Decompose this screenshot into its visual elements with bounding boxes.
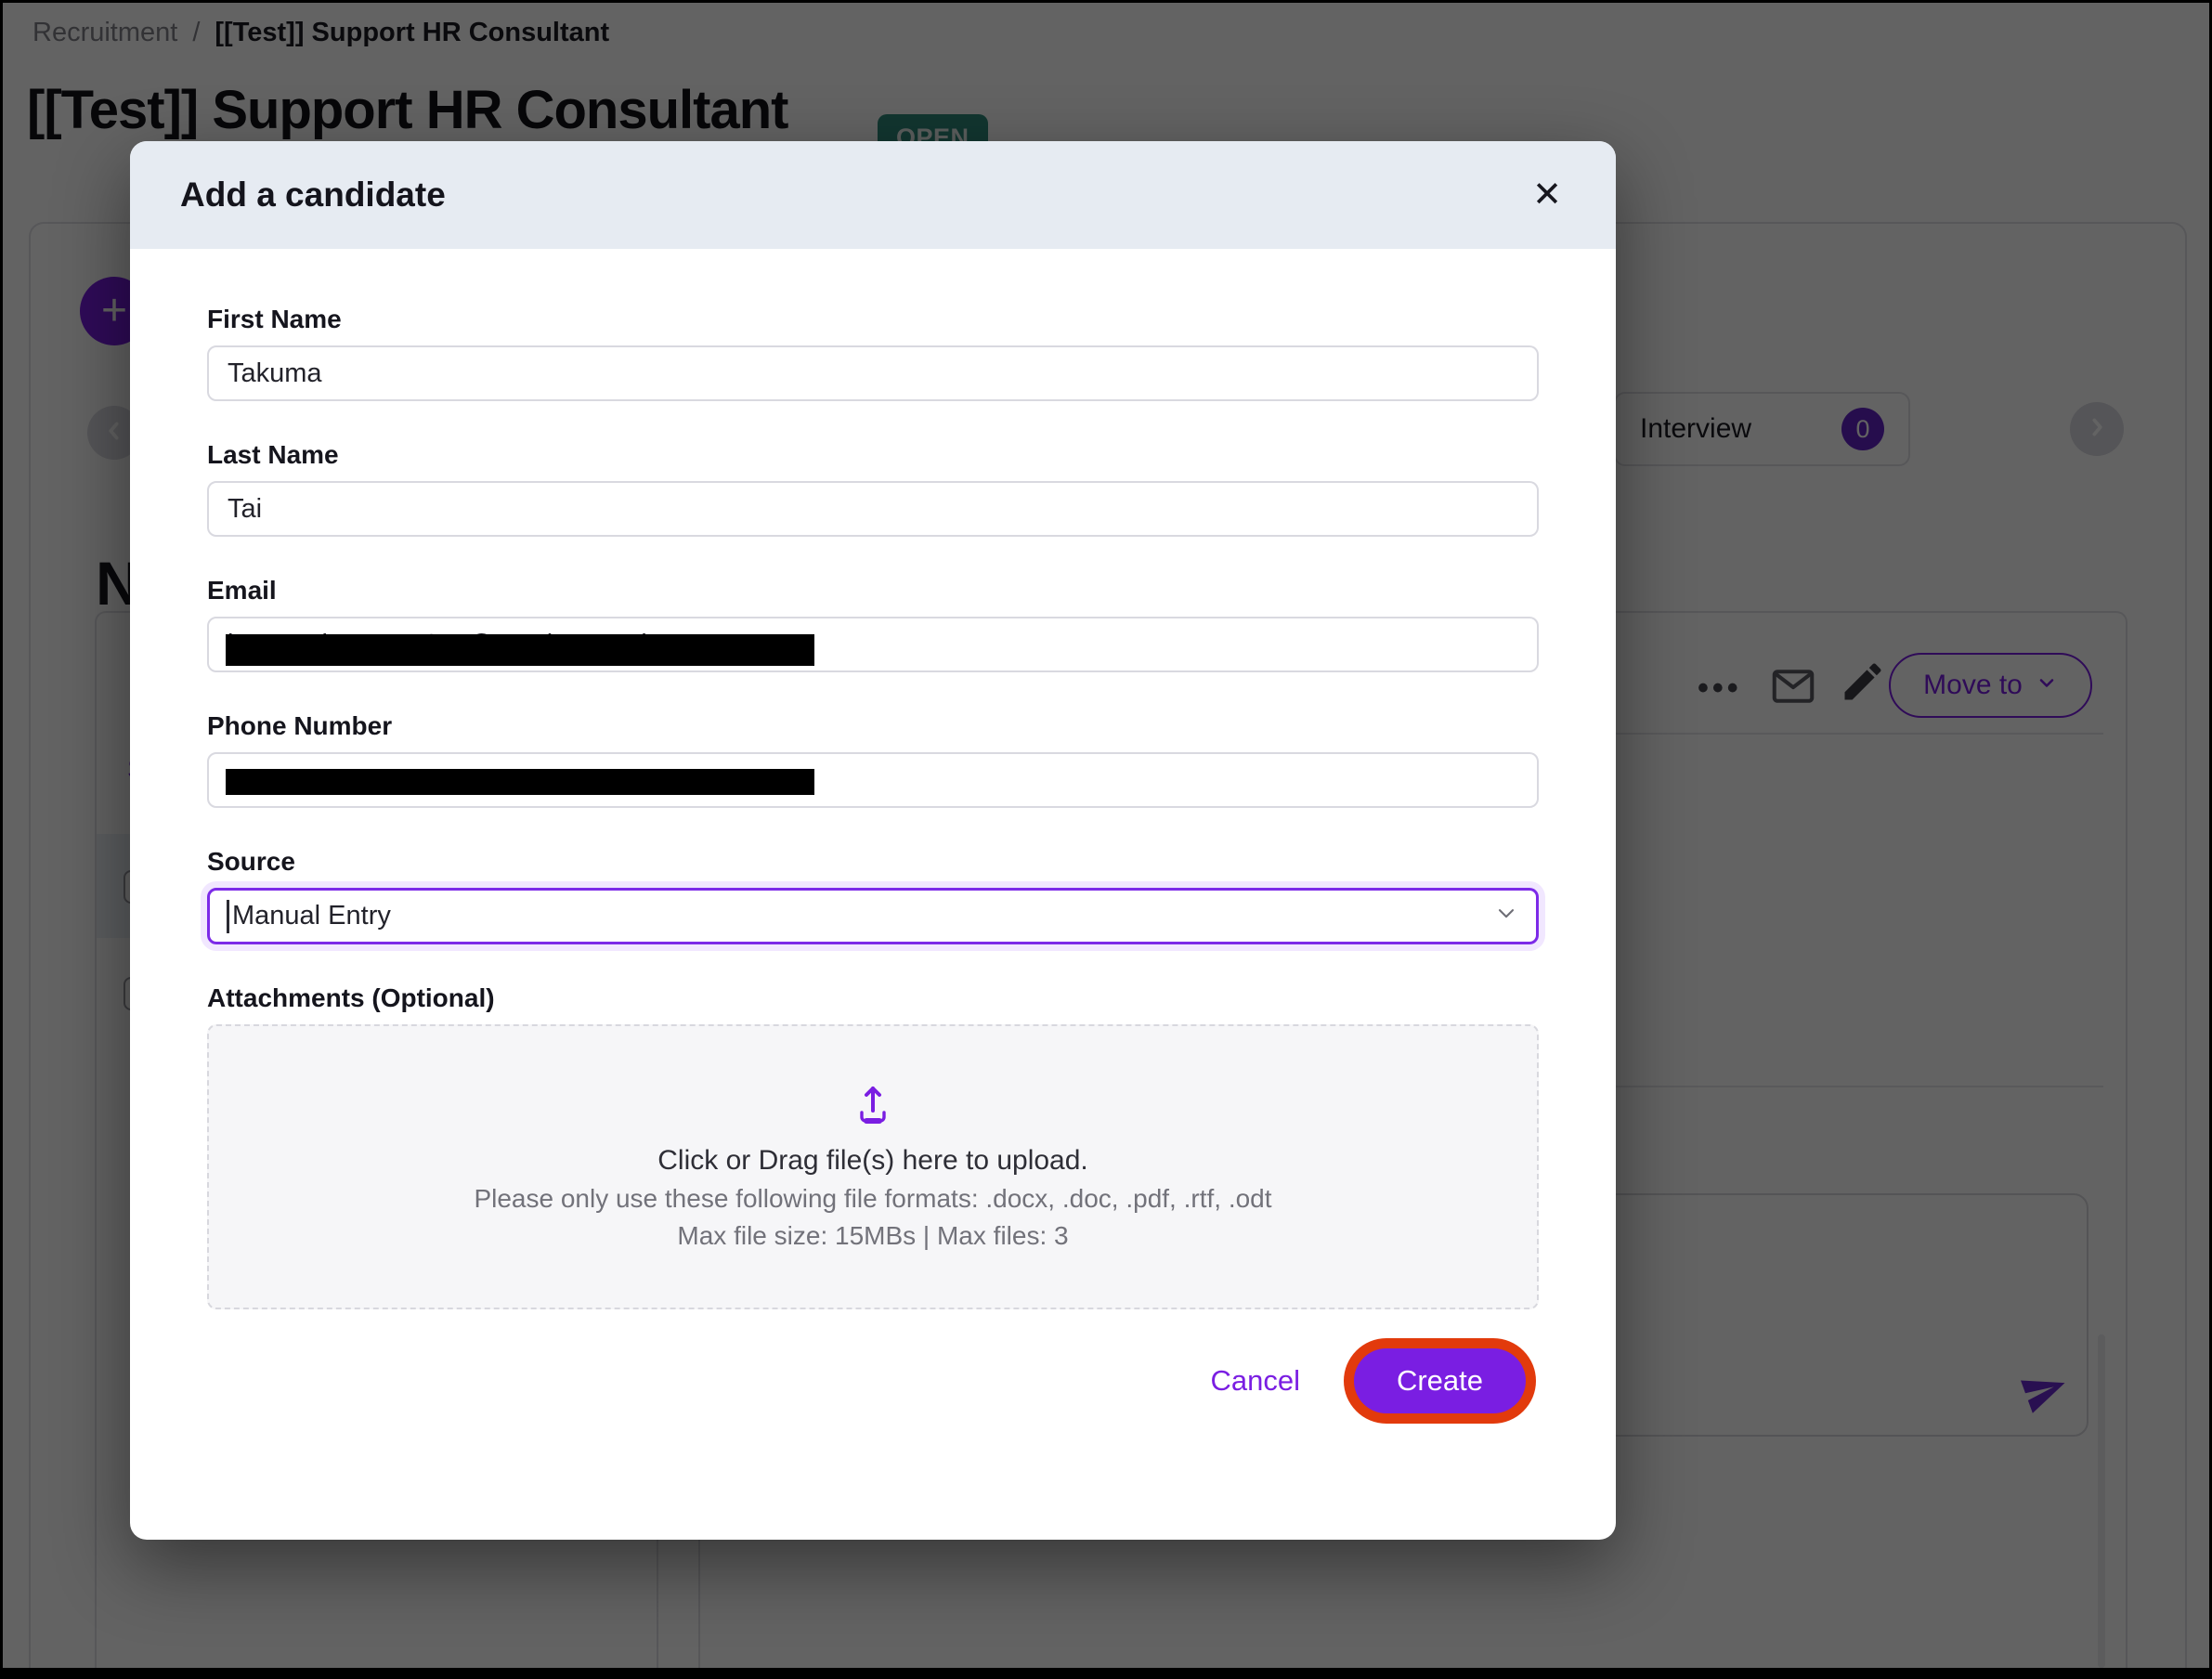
source-selected-value: Manual Entry	[232, 901, 391, 931]
source-label: Source	[207, 847, 1539, 877]
attachments-field-group: Attachments (Optional) Click or Drag fil…	[207, 983, 1539, 1309]
first-name-label: First Name	[207, 305, 1539, 334]
attachments-label: Attachments (Optional)	[207, 983, 1539, 1013]
upload-icon	[851, 1083, 895, 1132]
app-screen: Recruitment / [[Test]] Support HR Consul…	[0, 0, 2212, 1679]
first-name-field-group: First Name	[207, 305, 1539, 401]
first-name-input[interactable]	[207, 345, 1539, 401]
upload-limits-hint: Max file size: 15MBs | Max files: 3	[677, 1221, 1068, 1251]
source-select[interactable]: Manual Entry	[207, 888, 1539, 944]
last-name-input[interactable]	[207, 481, 1539, 537]
modal-header: Add a candidate ✕	[130, 141, 1616, 249]
add-candidate-modal: Add a candidate ✕ First Name Last Name E…	[130, 141, 1616, 1540]
file-upload-dropzone[interactable]: Click or Drag file(s) here to upload. Pl…	[207, 1024, 1539, 1309]
close-icon[interactable]: ✕	[1529, 174, 1566, 216]
chevron-down-icon	[1493, 900, 1519, 933]
phone-field-group: Phone Number 0450111113	[207, 711, 1539, 808]
upload-instruction: Click or Drag file(s) here to upload.	[657, 1145, 1088, 1177]
source-field-group: Source Manual Entry	[207, 847, 1539, 944]
email-field-group: Email james.nixon-test67x@employmenthero…	[207, 576, 1539, 672]
redaction-bar	[226, 634, 814, 666]
phone-input[interactable]: 0450111113	[207, 752, 1539, 808]
email-input[interactable]: james.nixon-test67x@employmenthero.com	[207, 617, 1539, 672]
phone-label: Phone Number	[207, 711, 1539, 741]
modal-body: First Name Last Name Email james.nixon-t…	[130, 249, 1616, 1413]
text-cursor	[227, 900, 229, 933]
email-label: Email	[207, 576, 1539, 605]
last-name-label: Last Name	[207, 440, 1539, 470]
last-name-field-group: Last Name	[207, 440, 1539, 537]
upload-formats-hint: Please only use these following file for…	[474, 1184, 1271, 1214]
cancel-button[interactable]: Cancel	[1204, 1363, 1306, 1399]
modal-actions: Cancel Create	[207, 1348, 1539, 1413]
modal-title: Add a candidate	[180, 176, 446, 215]
create-button[interactable]: Create	[1354, 1348, 1526, 1413]
redaction-bar	[226, 769, 814, 795]
